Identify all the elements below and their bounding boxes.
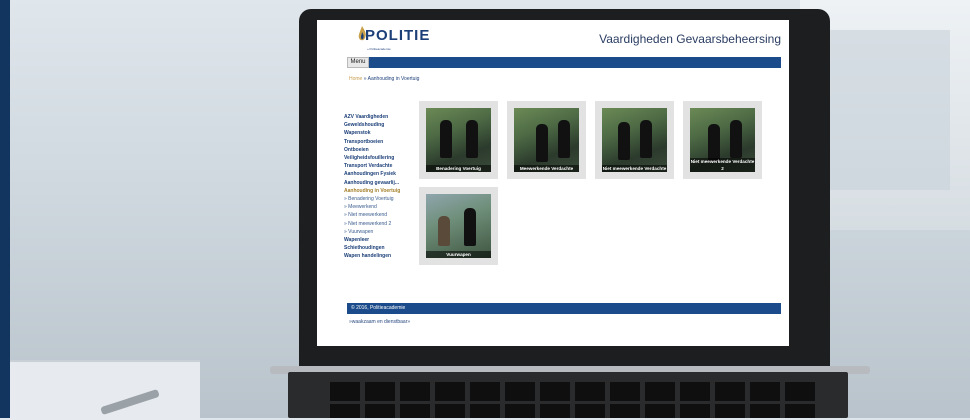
video-tile-vuurwapen[interactable]: Vuurwapen (419, 187, 498, 265)
video-thumbnail: Meewerkende Verdachte (514, 108, 579, 172)
video-tile-niet-meewerkende-verdachte[interactable]: Niet meewerkende Verdachte (595, 101, 674, 179)
sidebar-item-wapenleer[interactable]: Wapenleer (344, 236, 424, 244)
officer-figure (466, 120, 478, 158)
footer-slogan: »waakzaam en dienstbaar» (349, 319, 411, 325)
officer-figure (558, 120, 570, 158)
video-tile-niet-meewerkende-verdachte-2[interactable]: Niet meewerkende Verdachte 2 (683, 101, 762, 179)
suspect-figure (438, 216, 450, 246)
tile-caption: Meewerkende Verdachte (514, 165, 579, 172)
sidebar-item-wapen-handelingen[interactable]: Wapen handelingen (344, 252, 424, 260)
sidebar-subitem-meewerkend[interactable]: » Meewerkend (344, 203, 424, 211)
breadcrumb-separator: » (363, 76, 367, 82)
menu-button[interactable]: Menu (347, 57, 369, 68)
sidebar-item-azv-vaardigheden[interactable]: AZV Vaardigheden (344, 113, 424, 121)
sidebar-item-ontboeien[interactable]: Ontboeien (344, 146, 424, 154)
officer-figure (440, 120, 452, 158)
left-accent-bar (0, 0, 10, 418)
sidebar-item-aanhoudingen-fysiek[interactable]: Aanhoudingen Fysiek (344, 170, 424, 178)
sidebar-item-aanhouding-in-voertuig[interactable]: Aanhouding in Voertuig (344, 187, 424, 195)
sidebar-item-schiethoudingen[interactable]: Schiethoudingen (344, 244, 424, 252)
menu-bar: Menu (347, 57, 781, 68)
sidebar-subitem-benadering-voertuig[interactable]: » Benadering Voertuig (344, 195, 424, 203)
officer-figure (730, 120, 742, 158)
officer-figure (536, 124, 548, 162)
officer-figure (464, 208, 476, 246)
video-tile-benadering-voertuig[interactable]: Benadering Voertuig (419, 101, 498, 179)
sidebar-item-geweldshouding[interactable]: Geweldshouding (344, 121, 424, 129)
logo-wordmark: POLITIE (365, 27, 431, 44)
sidebar-item-transport-verdachte[interactable]: Transport Verdachte (344, 162, 424, 170)
footer-copyright: © 2016, Politieacademie (351, 305, 406, 311)
tile-caption: Benadering Voertuig (426, 165, 491, 172)
sidebar-item-veiligheidsfouillering[interactable]: Veiligheidsfouillering (344, 154, 424, 162)
politie-logo[interactable]: POLITIE » Politieacademie (347, 26, 437, 54)
video-thumbnail: Niet meewerkende Verdachte (602, 108, 667, 172)
sidebar-item-aanhouding-gevaarlijk[interactable]: Aanhouding gevaarlij... (344, 179, 424, 187)
breadcrumb: Home » Aanhouding in Voertuig (349, 76, 419, 82)
tile-caption: Niet meewerkende Verdachte (602, 165, 667, 172)
video-thumbnail: Vuurwapen (426, 194, 491, 258)
breadcrumb-home-link[interactable]: Home (349, 76, 362, 82)
logo-subtitle: » Politieacademie (367, 47, 391, 51)
sidebar-subitem-niet-meewerkend-2[interactable]: » Niet meewerkend 2 (344, 220, 424, 228)
site-footer: © 2016, Politieacademie (347, 303, 781, 314)
keyboard-keys (330, 382, 820, 418)
tile-caption: Vuurwapen (426, 251, 491, 258)
tile-caption: Niet meewerkende Verdachte 2 (690, 158, 755, 172)
sidebar-item-transportboeien[interactable]: Transportboeien (344, 138, 424, 146)
keyboard-row-gap (330, 401, 820, 404)
video-tile-meewerkende-verdachte[interactable]: Meewerkende Verdachte (507, 101, 586, 179)
video-thumbnail: Niet meewerkende Verdachte 2 (690, 108, 755, 172)
officer-figure (618, 122, 630, 160)
video-thumbnail: Benadering Voertuig (426, 108, 491, 172)
officer-figure (640, 120, 652, 158)
sidebar-subitem-vuurwapen[interactable]: » Vuurwapen (344, 228, 424, 236)
sidebar-nav: AZV Vaardigheden Geweldshouding Wapensto… (344, 113, 424, 261)
sidebar-subitem-niet-meewerkend[interactable]: » Niet meewerkend (344, 211, 424, 219)
officer-figure (708, 124, 720, 162)
sidebar-item-wapenstok[interactable]: Wapenstok (344, 129, 424, 137)
background-window-pane (830, 30, 950, 190)
page-title: Vaardigheden Gevaarsbeheersing (599, 32, 781, 46)
laptop-screen: POLITIE » Politieacademie Vaardigheden G… (317, 20, 789, 346)
breadcrumb-current: Aanhouding in Voertuig (367, 76, 420, 82)
site-header: POLITIE » Politieacademie Vaardigheden G… (317, 20, 789, 56)
